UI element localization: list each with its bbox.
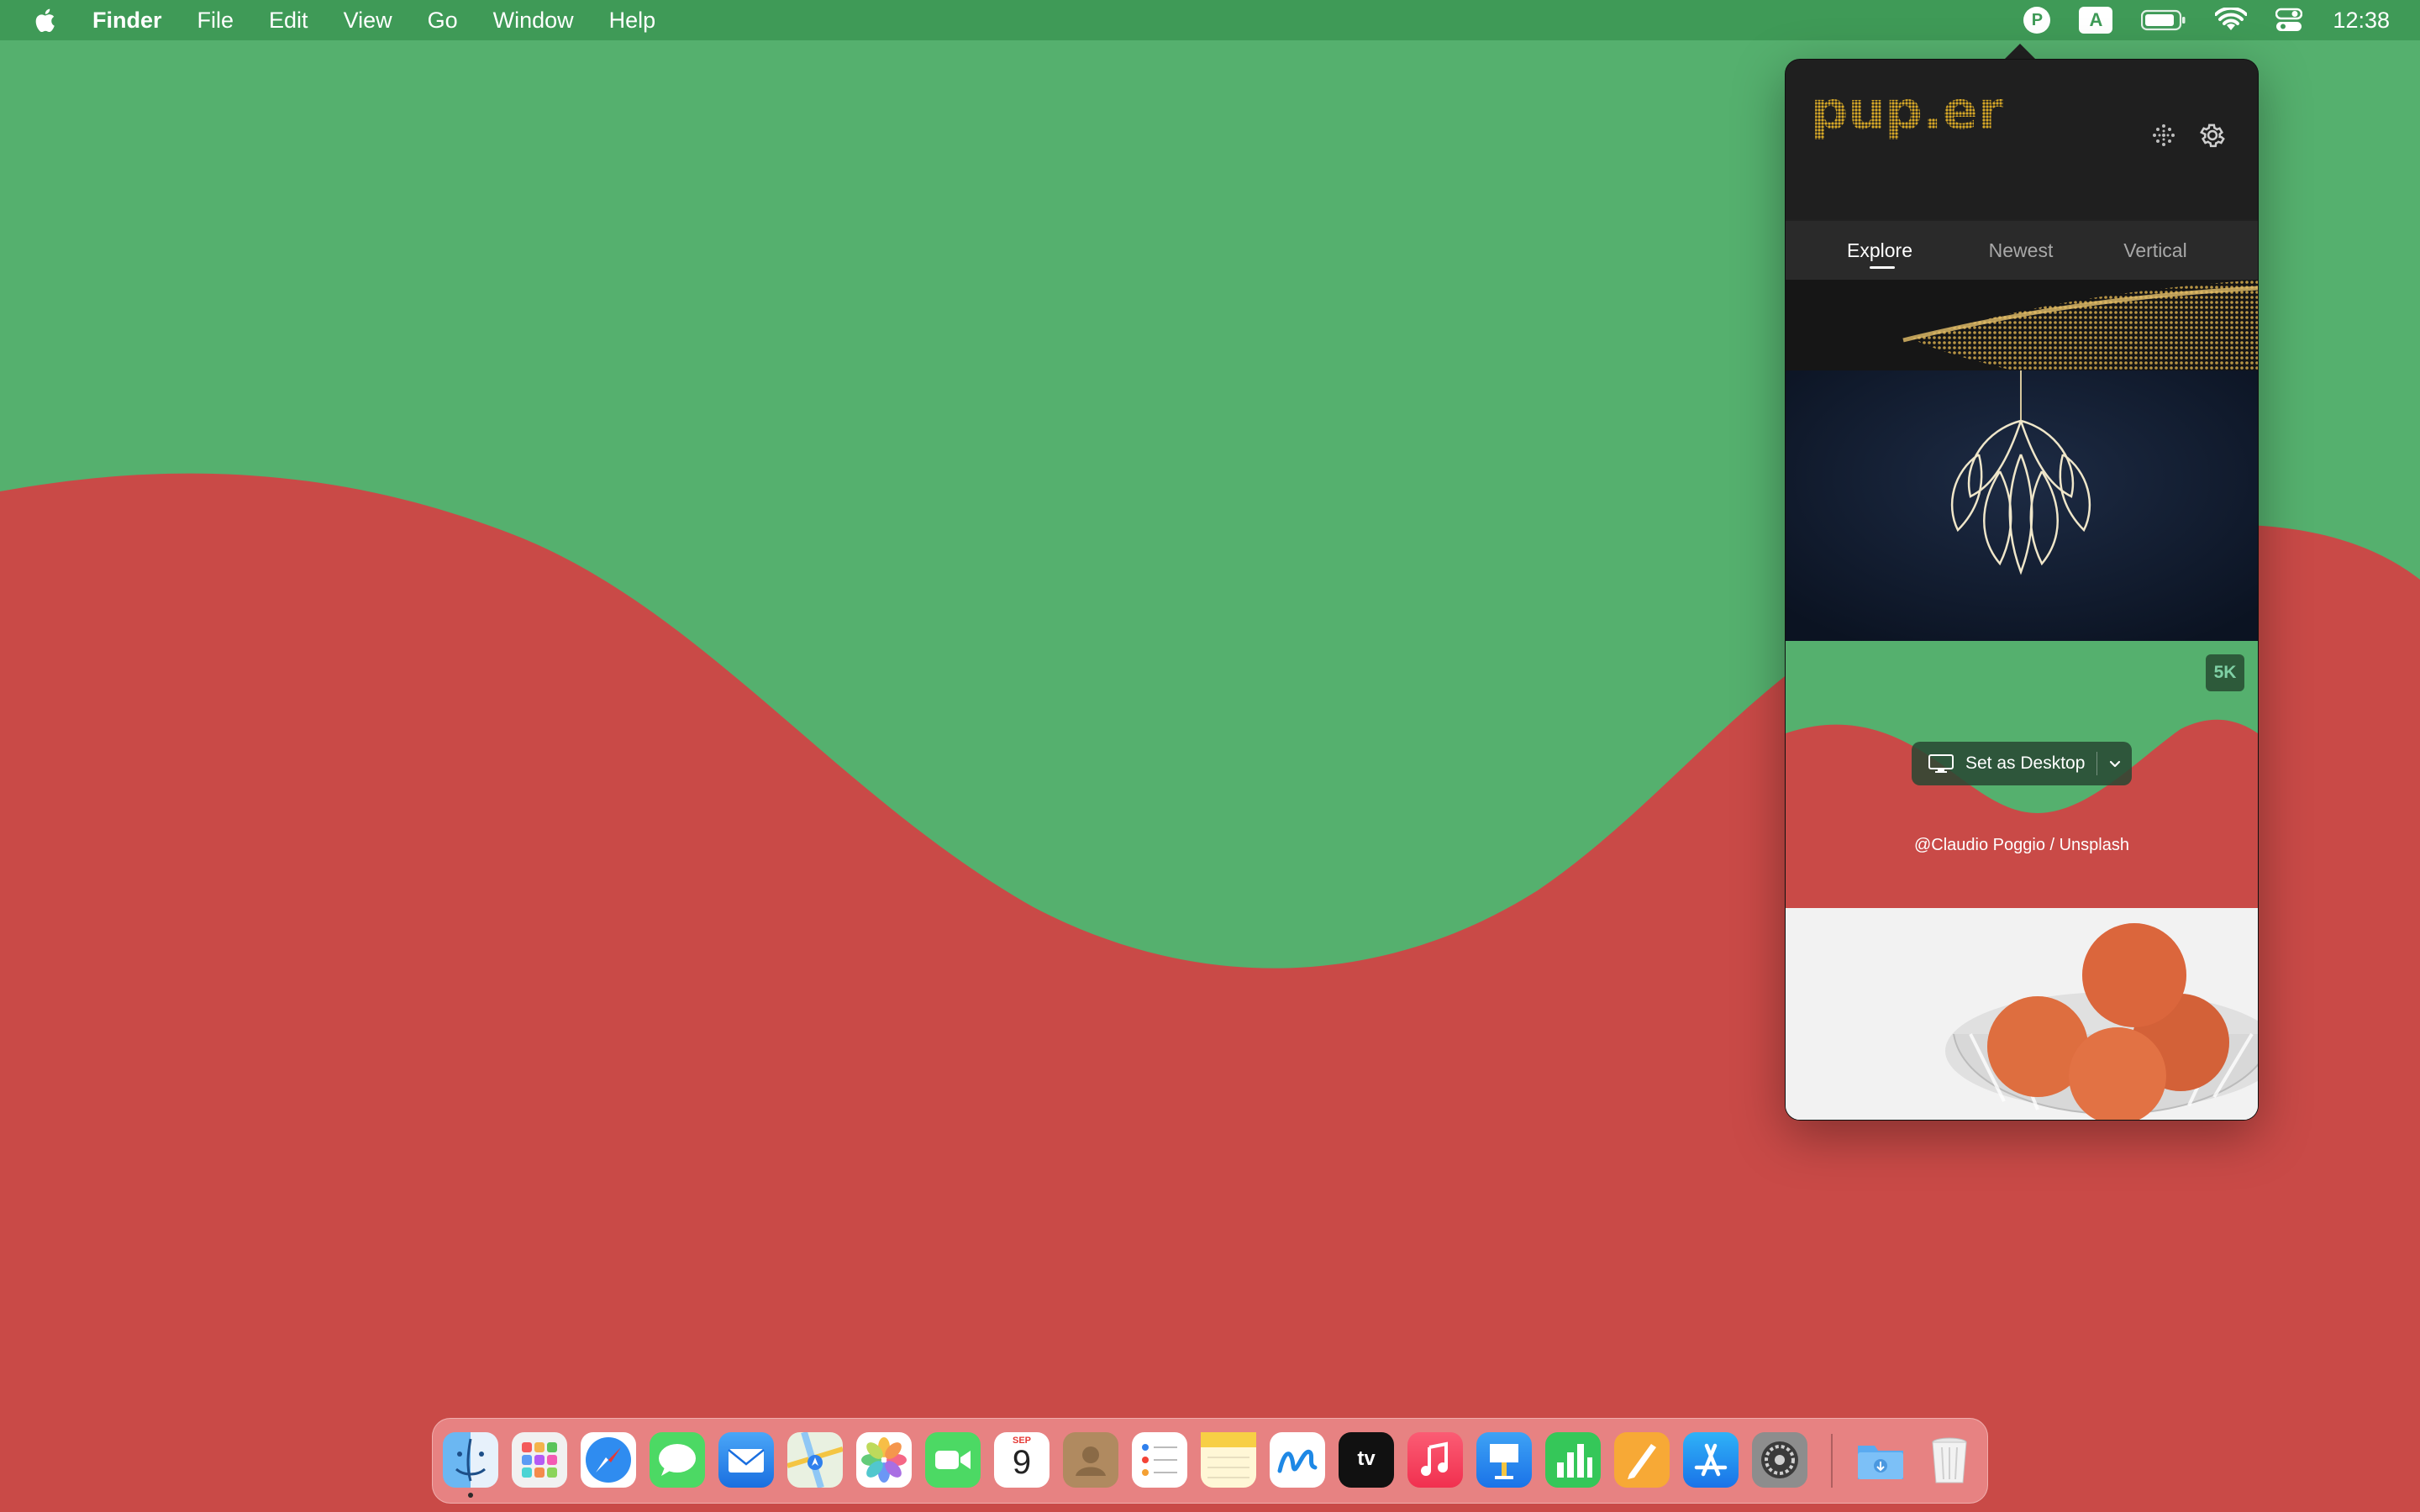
- pupper-status-icon: P: [2023, 7, 2051, 34]
- tab-active-indicator: [1870, 266, 1895, 269]
- photo-credit[interactable]: @Claudio Poggio / Unsplash: [1786, 836, 2258, 855]
- photos-icon[interactable]: [856, 1432, 912, 1488]
- pupper-popover: pup.er Explore Newest Vertical 5K Set as…: [1785, 59, 2259, 1121]
- battery-icon: [2141, 9, 2186, 31]
- notes-icon[interactable]: [1201, 1432, 1256, 1488]
- popover-header: pup.er: [1786, 60, 2258, 219]
- wallpaper-thumbnail: [1786, 280, 2258, 370]
- menu-view[interactable]: View: [344, 8, 392, 34]
- control-center-status-item[interactable]: [2275, 8, 2303, 33]
- trash-icon[interactable]: [1922, 1432, 1977, 1488]
- apple-logo-icon[interactable]: [32, 6, 60, 34]
- svg-text:pup.er: pup.er: [1811, 80, 2004, 141]
- menu-window[interactable]: Window: [493, 8, 574, 34]
- menu-go[interactable]: Go: [428, 8, 458, 34]
- calendar-day: 9: [1012, 1444, 1032, 1481]
- wallpaper-thumbnail: [1786, 370, 2258, 641]
- safari-icon[interactable]: [581, 1432, 636, 1488]
- tab-newest-label: Newest: [1988, 239, 2054, 261]
- dock: SEP 9 tv: [432, 1418, 1988, 1504]
- tab-newest[interactable]: Newest: [1954, 221, 2088, 280]
- selected-wallpaper-card[interactable]: 5K Set as Desktop @Claudio Poggio / Unsp…: [1786, 641, 2258, 908]
- finder-icon[interactable]: [443, 1432, 498, 1488]
- wallpaper-card[interactable]: [1786, 908, 2258, 1120]
- monitor-icon: [1928, 754, 1954, 773]
- tab-vertical-label: Vertical: [2123, 239, 2187, 261]
- set-as-desktop-button[interactable]: Set as Desktop: [1912, 742, 2132, 785]
- input-source-icon: A: [2079, 7, 2113, 34]
- menu-app-name[interactable]: Finder: [92, 8, 162, 34]
- tab-vertical[interactable]: Vertical: [2088, 221, 2223, 280]
- wallpaper-card[interactable]: [1786, 280, 2258, 370]
- keynote-icon[interactable]: [1476, 1432, 1532, 1488]
- settings-gear-icon[interactable]: [2196, 118, 2229, 152]
- set-as-desktop-label: Set as Desktop: [1965, 753, 2086, 773]
- menu-file[interactable]: File: [197, 8, 234, 34]
- running-indicator: [468, 1493, 473, 1498]
- resolution-badge: 5K: [2206, 654, 2244, 691]
- button-divider: [2096, 752, 2098, 775]
- menu-edit[interactable]: Edit: [269, 8, 308, 34]
- numbers-icon[interactable]: [1545, 1432, 1601, 1488]
- popover-arrow: [2003, 44, 2037, 60]
- loading-indicator: [1821, 1083, 1875, 1120]
- pages-icon[interactable]: [1614, 1432, 1670, 1488]
- popover-tab-bar: Explore Newest Vertical: [1786, 221, 2258, 280]
- mail-icon[interactable]: [718, 1432, 774, 1488]
- appletv-label: tv: [1357, 1447, 1376, 1470]
- menu-bar: Finder File Edit View Go Window Help P A: [0, 0, 2420, 40]
- input-source-status-item[interactable]: A: [2079, 7, 2113, 34]
- pupper-logo: pup.er: [1811, 80, 2004, 141]
- system-settings-icon[interactable]: [1752, 1432, 1807, 1488]
- appstore-icon[interactable]: [1683, 1432, 1739, 1488]
- messages-icon[interactable]: [650, 1432, 705, 1488]
- maps-icon[interactable]: [786, 1431, 844, 1489]
- contacts-icon[interactable]: [1063, 1432, 1118, 1488]
- freeform-icon[interactable]: [1270, 1432, 1325, 1488]
- wallpaper-card[interactable]: [1786, 370, 2258, 641]
- dock-separator: [1831, 1434, 1833, 1488]
- control-center-icon: [2275, 8, 2303, 31]
- facetime-icon[interactable]: [925, 1432, 981, 1488]
- pupper-status-item[interactable]: P: [2023, 7, 2051, 34]
- calendar-icon[interactable]: SEP 9: [994, 1432, 1050, 1488]
- wifi-icon: [2215, 8, 2248, 30]
- menu-clock[interactable]: 12:38: [2333, 8, 2390, 34]
- dots-grid-icon[interactable]: [2147, 118, 2181, 152]
- downloads-folder-icon[interactable]: [1853, 1432, 1908, 1488]
- reminders-icon[interactable]: [1132, 1432, 1187, 1488]
- wifi-status-item[interactable]: [2215, 8, 2248, 33]
- chevron-down-icon[interactable]: [2106, 754, 2124, 773]
- tab-explore-label: Explore: [1847, 239, 1912, 261]
- battery-status-item[interactable]: [2141, 9, 2186, 31]
- appletv-icon[interactable]: tv: [1339, 1432, 1394, 1488]
- menu-help[interactable]: Help: [609, 8, 656, 34]
- music-icon[interactable]: [1407, 1432, 1463, 1488]
- launchpad-icon[interactable]: [512, 1432, 567, 1488]
